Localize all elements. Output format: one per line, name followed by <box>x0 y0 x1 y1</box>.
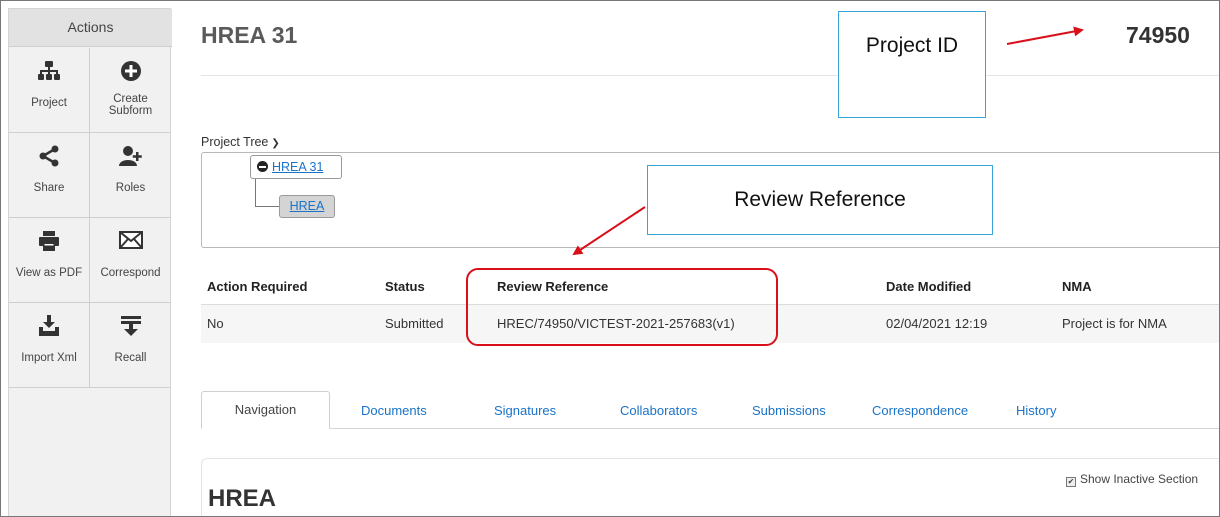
col-header-status: Status <box>385 279 425 294</box>
roles-action-label: Roles <box>115 182 146 194</box>
show-inactive-toggle[interactable]: ✔ Show Inactive Section <box>1066 472 1198 487</box>
tabs-divider <box>201 428 1220 429</box>
header-divider <box>201 75 1220 76</box>
tab-correspondence[interactable]: Correspondence <box>872 403 968 418</box>
tab-documents[interactable]: Documents <box>361 403 427 418</box>
content-panel <box>201 458 1220 517</box>
actions-sidebar: Actions Project Create Subform Share Rol… <box>8 8 172 517</box>
section-title: HREA <box>208 485 277 512</box>
project-id-callout: Project ID <box>838 11 986 118</box>
tab-navigation[interactable]: Navigation <box>201 391 330 429</box>
share-action[interactable]: Share <box>9 133 90 218</box>
project-id: 74950 <box>1126 22 1190 48</box>
col-header-review-reference: Review Reference <box>497 279 609 294</box>
tree-node-root[interactable]: HREA 31 <box>250 155 342 179</box>
correspond-action[interactable]: Correspond <box>90 218 171 303</box>
chevron-down-icon: ❯ <box>271 138 280 149</box>
cell-action-required: No <box>207 316 224 331</box>
project-id-arrow <box>1006 26 1084 45</box>
user-plus-icon <box>118 146 142 166</box>
sitemap-icon <box>38 61 60 80</box>
import-xml-action[interactable]: Import Xml <box>9 303 90 388</box>
tree-connector <box>255 179 256 206</box>
tree-node-child-link[interactable]: HREA <box>290 199 325 213</box>
correspond-action-label: Correspond <box>100 267 161 279</box>
recall-action[interactable]: Recall <box>90 303 171 388</box>
cell-review-reference: HREC/74950/VICTEST-2021-257683(v1) <box>497 316 735 331</box>
col-header-nma: NMA <box>1062 279 1092 294</box>
recall-action-label: Recall <box>114 352 147 364</box>
review-reference-callout: Review Reference <box>647 165 993 235</box>
envelope-icon <box>118 231 143 249</box>
roles-action[interactable]: Roles <box>90 133 171 218</box>
show-inactive-label: Show Inactive Section <box>1080 472 1199 486</box>
tab-submissions[interactable]: Submissions <box>752 403 826 418</box>
project-action[interactable]: Project <box>9 48 90 133</box>
sidebar-title: Actions <box>9 9 172 47</box>
cell-nma: Project is for NMA <box>1062 316 1167 331</box>
checkbox-checked-icon[interactable]: ✔ <box>1066 477 1076 487</box>
project-tree-toggle[interactable]: Project Tree ❯ <box>201 135 280 149</box>
view-as-pdf-action-label: View as PDF <box>15 267 83 279</box>
import-icon <box>39 315 59 336</box>
tab-collaborators[interactable]: Collaborators <box>620 403 697 418</box>
screenshot-frame <box>0 0 1220 517</box>
page-title: HREA 31 <box>201 22 298 48</box>
import-xml-action-label: Import Xml <box>21 352 77 364</box>
project-tree-label: Project Tree <box>201 135 269 149</box>
create-subform-action-label: Create Subform <box>108 93 153 117</box>
plus-circle-icon <box>120 61 141 81</box>
col-header-date-modified: Date Modified <box>886 279 972 294</box>
collapse-icon[interactable] <box>257 161 268 172</box>
project-action-label: Project <box>31 97 67 109</box>
cell-status: Submitted <box>385 316 444 331</box>
cell-date-modified: 02/04/2021 12:19 <box>886 316 988 331</box>
printer-icon <box>39 231 59 251</box>
share-action-label: Share <box>33 182 65 194</box>
create-subform-action[interactable]: Create Subform <box>90 48 171 133</box>
annotation-arrows <box>572 26 1084 256</box>
tab-signatures[interactable]: Signatures <box>494 403 556 418</box>
tab-history[interactable]: History <box>1016 403 1056 418</box>
col-header-action-required: Action Required <box>207 279 308 294</box>
tree-node-root-link[interactable]: HREA 31 <box>272 160 323 174</box>
tree-node-child[interactable]: HREA <box>279 195 335 218</box>
share-icon <box>39 145 59 167</box>
recall-icon <box>120 316 141 336</box>
tree-connector <box>255 206 279 207</box>
view-as-pdf-action[interactable]: View as PDF <box>9 218 90 303</box>
